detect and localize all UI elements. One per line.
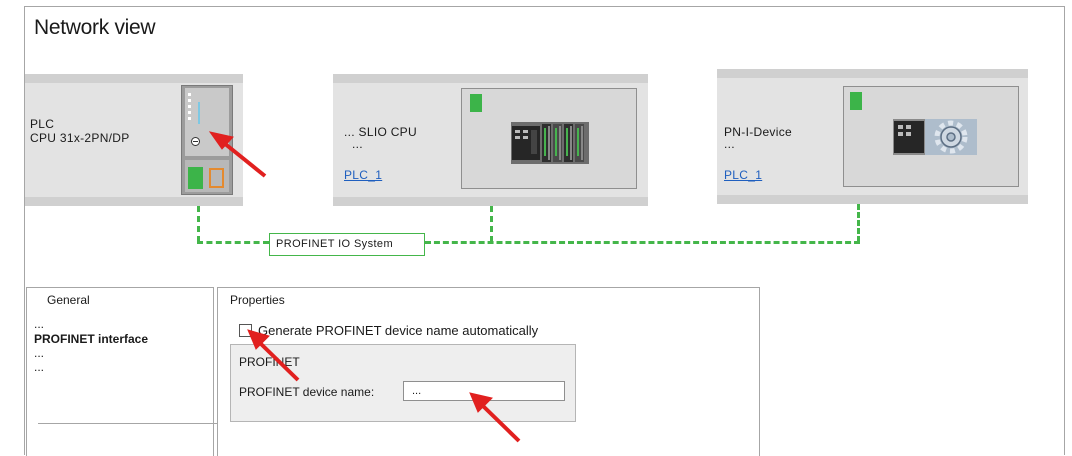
arrow-ethernet-port	[208, 131, 267, 178]
highlight-arrows	[208, 131, 521, 443]
arrow-device-name-field	[469, 392, 521, 443]
arrow-checkbox	[247, 329, 300, 382]
